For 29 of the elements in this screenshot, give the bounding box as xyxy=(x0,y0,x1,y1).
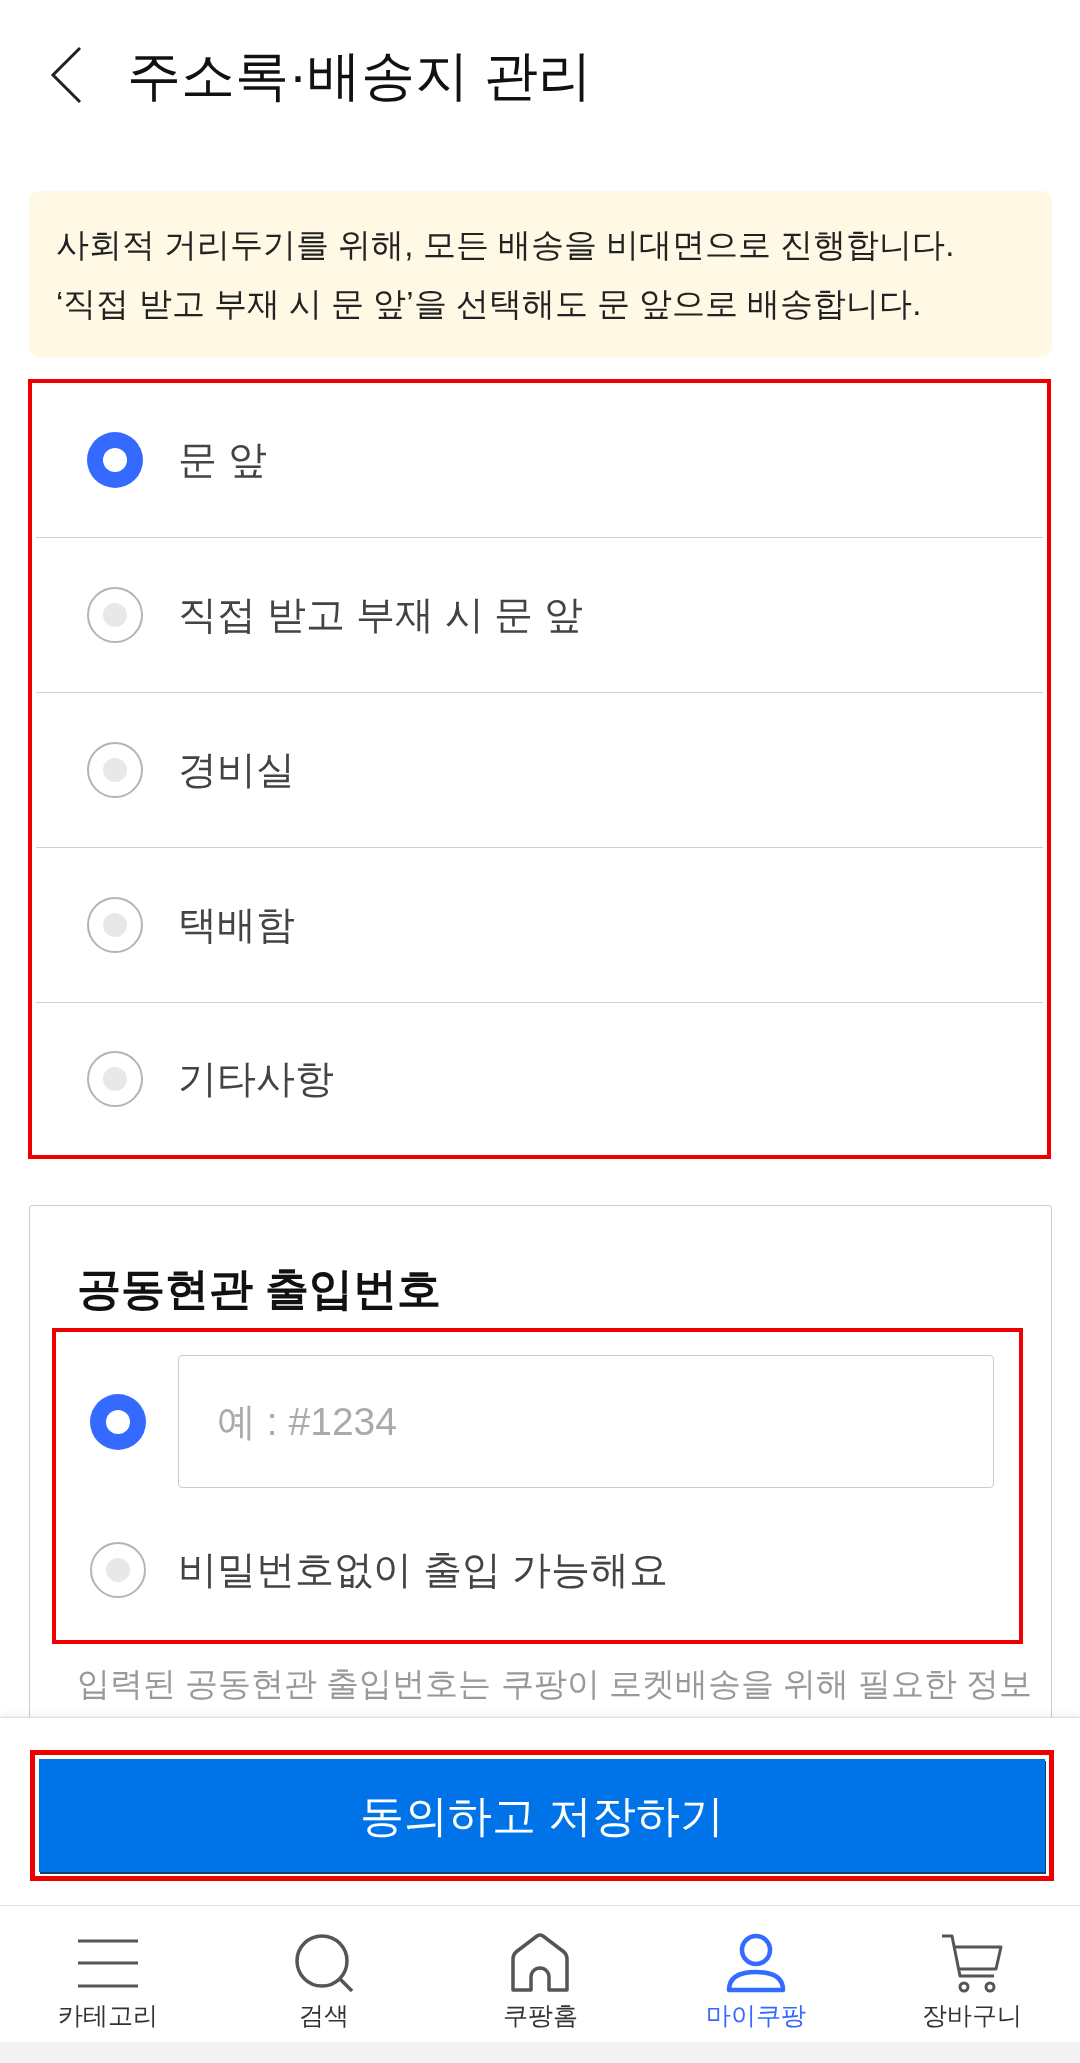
search-icon xyxy=(293,1933,355,1993)
radio-button[interactable] xyxy=(87,587,143,643)
notice-text: 사회적 거리두기를 위해, 모든 배송을 비대면으로 진행합니다. xyxy=(56,225,955,265)
note-text: 입력된 공동현관 출입번호는 쿠팡이 로켓배송을 위해 필요한 정보 xyxy=(77,1664,1033,1704)
notice-text: ‘직접 받고 부재 시 문 앞’을 선택해도 문 앞으로 배송합니다. xyxy=(56,284,922,324)
radio-button[interactable] xyxy=(87,897,143,953)
section-heading: 공동현관 출입번호 xyxy=(77,1263,442,1315)
nav-tab[interactable]: 장바구니 xyxy=(864,1906,1080,2042)
home-icon xyxy=(509,1933,571,1993)
code-input[interactable]: 예 : #1234 xyxy=(178,1355,994,1488)
option-label: 직접 받고 부재 시 문 앞 xyxy=(178,592,584,638)
option-label: 택배함 xyxy=(178,902,295,948)
person-icon xyxy=(725,1933,787,1993)
radio-button[interactable] xyxy=(90,1542,146,1598)
nav-tab[interactable]: 검색 xyxy=(216,1906,432,2042)
nav-tab[interactable]: 카테고리 xyxy=(0,1906,216,2042)
nav-tab[interactable]: 쿠팡홈 xyxy=(432,1906,648,2042)
save-button[interactable]: 동의하고 저장하기 xyxy=(39,1759,1045,1872)
page-title: 주소록·배송지 관리 xyxy=(127,44,592,107)
option-label: 비밀번호없이 출입 가능해요 xyxy=(178,1547,668,1593)
radio-button[interactable] xyxy=(87,432,143,488)
cart-icon xyxy=(941,1933,1003,1993)
back-icon[interactable] xyxy=(50,46,82,104)
radio-button[interactable] xyxy=(87,742,143,798)
radio-button[interactable] xyxy=(87,1051,143,1107)
option-label: 문 앞 xyxy=(178,437,267,483)
option-label: 경비실 xyxy=(178,747,295,793)
option-label: 기타사항 xyxy=(178,1056,334,1102)
nav-tab[interactable]: 마이쿠팡 xyxy=(648,1906,864,2042)
